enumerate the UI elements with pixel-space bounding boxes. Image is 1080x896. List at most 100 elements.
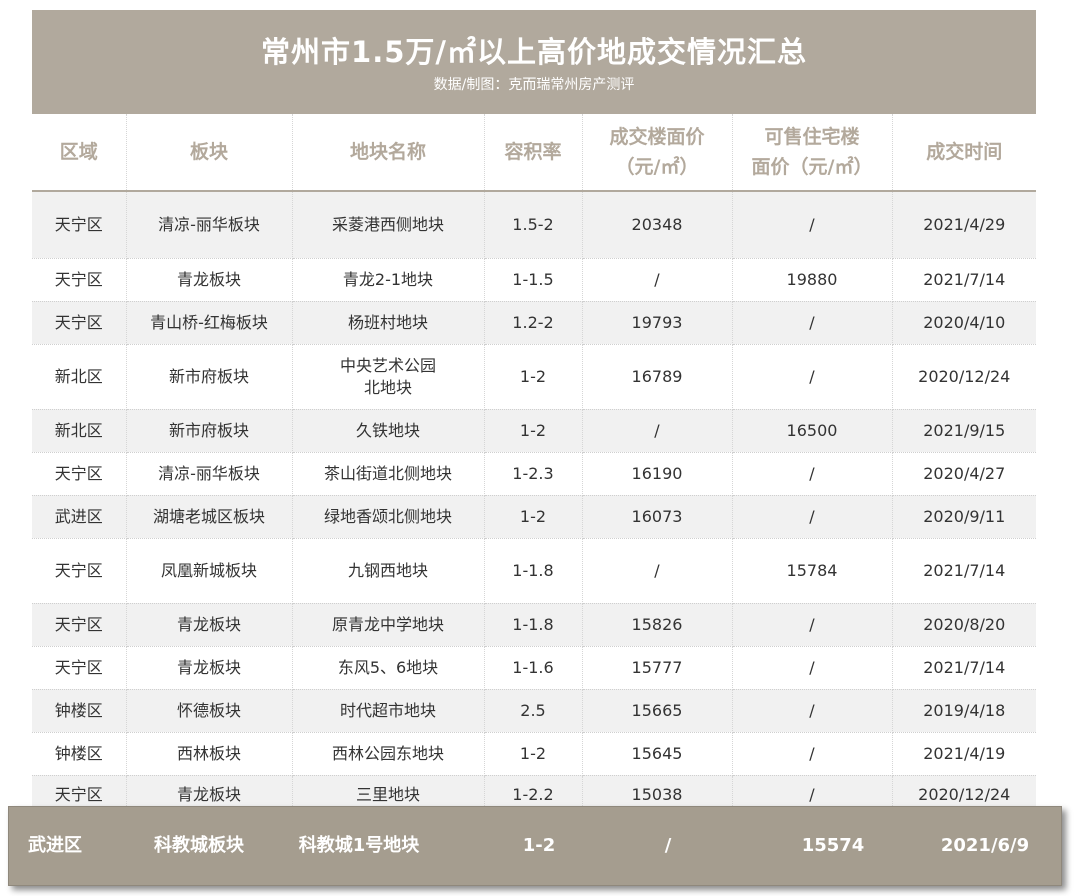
cell-plot-name: 茶山街道北侧地块 bbox=[292, 452, 485, 496]
table-row: 天宁区 青龙板块 原青龙中学地块 1-1.8 15826/2020/8/20 bbox=[32, 603, 1036, 647]
cell-deal-date: 2021/7/14 bbox=[892, 538, 1036, 604]
cell-sector: 清凉-丽华板块 bbox=[126, 191, 293, 259]
page-title: 常州市1.5万/㎡以上高价地成交情况汇总 bbox=[261, 35, 807, 69]
cell-sector: 新市府板块 bbox=[126, 344, 293, 410]
cell-plot-name: 久铁地块 bbox=[292, 409, 485, 453]
table-row: 天宁区 凤凰新城板块 九钢西地块 1-1.8/15784 2021/7/14 bbox=[32, 538, 1036, 604]
cell-deal-date: 2021/9/15 bbox=[892, 409, 1036, 453]
cell-plot-ratio: 1-1.6 bbox=[484, 646, 583, 690]
cell-district: 天宁区 bbox=[32, 301, 127, 345]
cell-plot-ratio: 1-2 bbox=[484, 495, 583, 539]
cell-residential-price: / bbox=[732, 646, 893, 690]
cell-deal-date: 2021/7/14 bbox=[892, 646, 1036, 690]
cell-plot-name: 九钢西地块 bbox=[292, 538, 485, 604]
highlight-cell: 武进区 bbox=[28, 835, 82, 856]
col-header-residential-floor-price: 可售住宅楼 面价（元/㎡） bbox=[732, 114, 893, 192]
col-header-plot-name: 地块名称 bbox=[292, 114, 485, 192]
cell-sector: 青龙板块 bbox=[126, 258, 293, 302]
cell-plot-ratio: 1-2 bbox=[484, 732, 583, 776]
cell-residential-price: 16500 bbox=[732, 409, 893, 453]
highlight-cell: 2021/6/9 bbox=[940, 835, 1030, 856]
cell-deal-date: 2020/8/20 bbox=[892, 603, 1036, 647]
table-row: 新北区 新市府板块 久铁地块 1-2/16500 2021/9/15 bbox=[32, 409, 1036, 453]
cell-floor-price: 15665 bbox=[582, 689, 733, 733]
page-subtitle: 数据/制图：克而瑞常州房产测评 bbox=[433, 77, 635, 93]
cell-district: 武进区 bbox=[32, 495, 127, 539]
cell-floor-price: 19793 bbox=[582, 301, 733, 345]
cell-deal-date: 2020/4/27 bbox=[892, 452, 1036, 496]
cell-district: 天宁区 bbox=[32, 191, 127, 259]
cell-plot-name: 中央艺术公园 北地块 bbox=[292, 344, 485, 410]
cell-plot-name: 东风5、6地块 bbox=[292, 646, 485, 690]
cell-deal-date: 2021/4/19 bbox=[892, 732, 1036, 776]
cell-plot-name: 原青龙中学地块 bbox=[292, 603, 485, 647]
cell-sector: 青龙板块 bbox=[126, 646, 293, 690]
table-row: 钟楼区 怀德板块 时代超市地块 2.5 15665/2019/4/18 bbox=[32, 689, 1036, 733]
col-header-floor-price: 成交楼面价 （元/㎡） bbox=[582, 114, 733, 192]
cell-deal-date: 2020/4/10 bbox=[892, 301, 1036, 345]
cell-sector: 凤凰新城板块 bbox=[126, 538, 293, 604]
cell-floor-price: 16190 bbox=[582, 452, 733, 496]
cell-deal-date: 2021/7/14 bbox=[892, 258, 1036, 302]
cell-sector: 湖塘老城区板块 bbox=[126, 495, 293, 539]
summary-card: 常州市1.5万/㎡以上高价地成交情况汇总 数据/制图：克而瑞常州房产测评 区域 … bbox=[32, 10, 1036, 816]
cell-plot-ratio: 1-1.5 bbox=[484, 258, 583, 302]
cell-residential-price: / bbox=[732, 344, 893, 410]
cell-plot-ratio: 1.5-2 bbox=[484, 191, 583, 259]
cell-floor-price: / bbox=[582, 538, 733, 604]
cell-sector: 青山桥-红梅板块 bbox=[126, 301, 293, 345]
table-row: 新北区 新市府板块 中央艺术公园 北地块 1-2 16789/2020/12/24 bbox=[32, 344, 1036, 410]
cell-plot-ratio: 1.2-2 bbox=[484, 301, 583, 345]
cell-residential-price: / bbox=[732, 732, 893, 776]
table-row: 天宁区 青龙板块 青龙2-1地块 1-1.5/19880 2021/7/14 bbox=[32, 258, 1036, 302]
cell-plot-ratio: 2.5 bbox=[484, 689, 583, 733]
highlight-row: 武进区 科教城板块 科教城1号地块 1-2 / 15574 2021/6/9 bbox=[8, 806, 1062, 886]
cell-residential-price: / bbox=[732, 689, 893, 733]
cell-sector: 西林板块 bbox=[126, 732, 293, 776]
highlight-cell: 科教城1号地块 bbox=[298, 835, 420, 856]
table-row: 钟楼区 西林板块 西林公园东地块 1-2 15645/2021/4/19 bbox=[32, 732, 1036, 776]
cell-sector: 青龙板块 bbox=[126, 603, 293, 647]
col-header-sector: 板块 bbox=[126, 114, 293, 192]
cell-floor-price: 16789 bbox=[582, 344, 733, 410]
table-row: 天宁区 清凉-丽华板块 茶山街道北侧地块 1-2.3 16190/2020/4/27 bbox=[32, 452, 1036, 496]
cell-plot-name: 西林公园东地块 bbox=[292, 732, 485, 776]
cell-plot-ratio: 1-2.3 bbox=[484, 452, 583, 496]
cell-residential-price: / bbox=[732, 603, 893, 647]
col-header-district: 区域 bbox=[32, 114, 127, 192]
cell-plot-name: 时代超市地块 bbox=[292, 689, 485, 733]
cell-floor-price: 15826 bbox=[582, 603, 733, 647]
land-deals-table: 区域 板块 地块名称 容积率 成交楼面价 （元/㎡） 可售住宅楼 面价（元/㎡）… bbox=[32, 114, 1036, 816]
cell-plot-ratio: 1-1.8 bbox=[484, 603, 583, 647]
cell-plot-name: 青龙2-1地块 bbox=[292, 258, 485, 302]
cell-floor-price: / bbox=[582, 258, 733, 302]
cell-plot-name: 采菱港西侧地块 bbox=[292, 191, 485, 259]
col-header-deal-date: 成交时间 bbox=[892, 114, 1036, 192]
cell-district: 天宁区 bbox=[32, 258, 127, 302]
cell-sector: 新市府板块 bbox=[126, 409, 293, 453]
cell-sector: 清凉-丽华板块 bbox=[126, 452, 293, 496]
cell-plot-ratio: 1-2 bbox=[484, 344, 583, 410]
cell-plot-ratio: 1-2 bbox=[484, 409, 583, 453]
cell-residential-price: / bbox=[732, 191, 893, 259]
cell-plot-ratio: 1-1.8 bbox=[484, 538, 583, 604]
cell-residential-price: / bbox=[732, 301, 893, 345]
cell-deal-date: 2019/4/18 bbox=[892, 689, 1036, 733]
cell-district: 钟楼区 bbox=[32, 689, 127, 733]
title-banner: 常州市1.5万/㎡以上高价地成交情况汇总 数据/制图：克而瑞常州房产测评 bbox=[32, 10, 1036, 114]
cell-plot-name: 绿地香颂北侧地块 bbox=[292, 495, 485, 539]
cell-sector: 怀德板块 bbox=[126, 689, 293, 733]
cell-residential-price: 19880 bbox=[732, 258, 893, 302]
cell-residential-price: 15784 bbox=[732, 538, 893, 604]
table-row: 武进区 湖塘老城区板块 绿地香颂北侧地块 1-2 16073/2020/9/11 bbox=[32, 495, 1036, 539]
cell-deal-date: 2020/12/24 bbox=[892, 344, 1036, 410]
highlight-cell: 1-2 bbox=[522, 835, 556, 856]
cell-floor-price: 16073 bbox=[582, 495, 733, 539]
cell-plot-name: 杨班村地块 bbox=[292, 301, 485, 345]
cell-district: 钟楼区 bbox=[32, 732, 127, 776]
table-body: 天宁区 清凉-丽华板块 采菱港西侧地块 1.5-2 20348/2021/4/29 天宁区… bbox=[32, 191, 1036, 816]
table-row: 天宁区 青山桥-红梅板块 杨班村地块 1.2-2 19793/2020/4/10 bbox=[32, 301, 1036, 345]
highlight-cell: / bbox=[664, 835, 672, 856]
cell-district: 天宁区 bbox=[32, 452, 127, 496]
cell-floor-price: / bbox=[582, 409, 733, 453]
